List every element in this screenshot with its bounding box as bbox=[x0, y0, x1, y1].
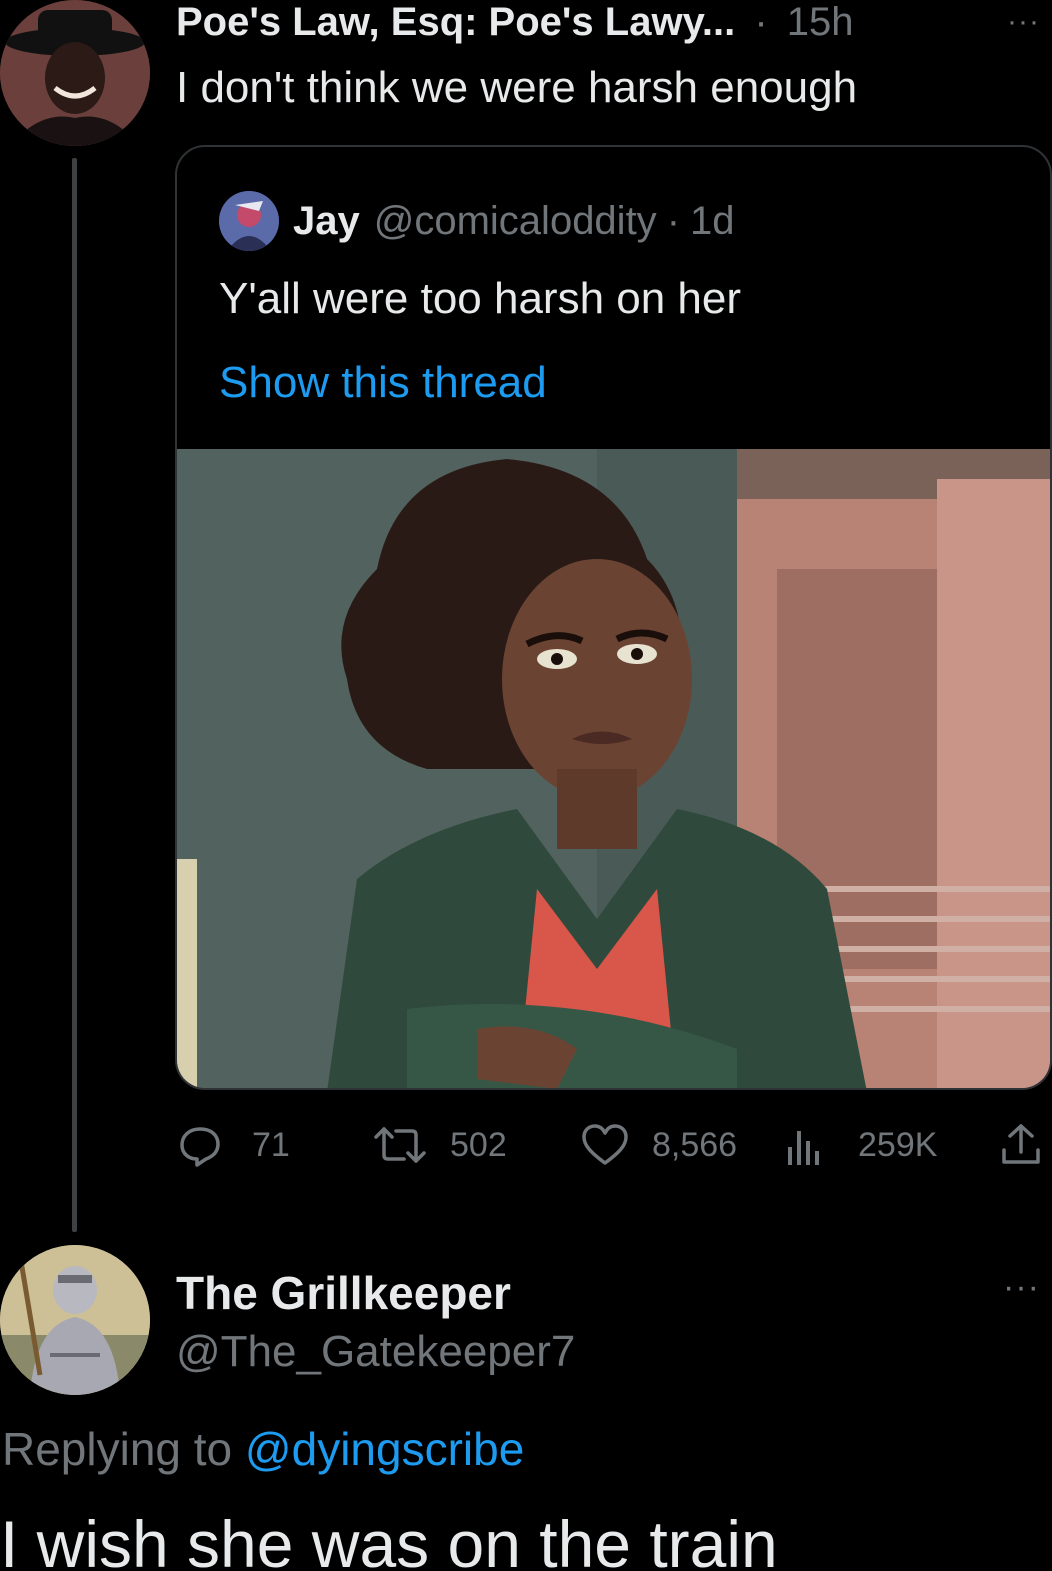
tweet-header: Poe's Law, Esq: Poe's Lawy... · 15h ··· bbox=[176, 0, 1052, 48]
share-icon bbox=[998, 1120, 1044, 1170]
reply-icon bbox=[176, 1121, 224, 1169]
retweet-action[interactable]: 502 bbox=[372, 1115, 507, 1175]
tweet-separator: · bbox=[754, 0, 768, 44]
tweet-action-bar: 71 502 8,566 259K bbox=[176, 1115, 1052, 1175]
quote-image[interactable] bbox=[177, 449, 1050, 1088]
like-icon bbox=[580, 1121, 630, 1169]
grillkeeper-avatar[interactable] bbox=[0, 1245, 150, 1395]
thread-connector-line bbox=[72, 158, 77, 1232]
tweet-time[interactable]: 15h bbox=[787, 0, 854, 44]
reply-text: I wish she was on the train bbox=[0, 1507, 778, 1571]
views-icon bbox=[784, 1121, 824, 1169]
poe-avatar[interactable] bbox=[0, 0, 150, 146]
retweet-count: 502 bbox=[450, 1125, 507, 1164]
share-action[interactable] bbox=[998, 1115, 1044, 1175]
tweet-text: I don't think we were harsh enough bbox=[176, 63, 858, 112]
reply-count: 71 bbox=[252, 1125, 290, 1164]
retweet-icon bbox=[372, 1121, 428, 1169]
reply-handle[interactable]: @The_Gatekeeper7 bbox=[176, 1326, 575, 1378]
replying-to-mention[interactable]: @dyingscribe bbox=[245, 1423, 524, 1475]
quote-time: 1d bbox=[690, 198, 735, 243]
tweet-thread: Poe's Law, Esq: Poe's Lawy... · 15h ··· … bbox=[0, 0, 1052, 1571]
quote-author-name: Jay bbox=[293, 198, 360, 243]
quote-avatar bbox=[219, 191, 279, 251]
reply-more-button[interactable]: ··· bbox=[1003, 1268, 1040, 1307]
reply-action[interactable]: 71 bbox=[176, 1115, 290, 1175]
replying-prefix: Replying to bbox=[2, 1423, 233, 1475]
quote-text: Y'all were too harsh on her bbox=[219, 274, 742, 323]
tweet-author-name[interactable]: Poe's Law, Esq: Poe's Lawy... bbox=[176, 0, 735, 44]
views-count: 259K bbox=[858, 1125, 938, 1164]
quoted-tweet-card[interactable]: Jay @comicaloddity · 1d Y'all were too h… bbox=[175, 145, 1052, 1090]
replying-to-line: Replying to @dyingscribe bbox=[2, 1422, 524, 1476]
quote-header: Jay @comicaloddity · 1d bbox=[219, 191, 735, 251]
quote-handle: @comicaloddity bbox=[373, 198, 657, 243]
like-action[interactable]: 8,566 bbox=[580, 1115, 737, 1175]
quote-separator: · bbox=[666, 198, 681, 243]
views-action[interactable]: 259K bbox=[784, 1115, 937, 1175]
like-count: 8,566 bbox=[652, 1125, 738, 1164]
tweet-more-button[interactable]: ··· bbox=[1007, 0, 1040, 46]
reply-author-name[interactable]: The Grillkeeper bbox=[176, 1266, 511, 1320]
show-thread-link[interactable]: Show this thread bbox=[219, 357, 547, 409]
